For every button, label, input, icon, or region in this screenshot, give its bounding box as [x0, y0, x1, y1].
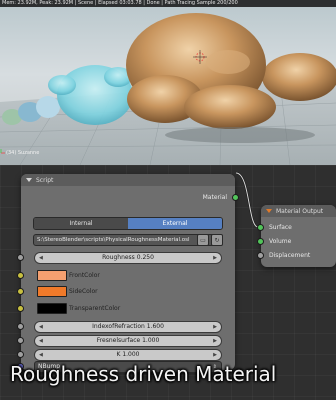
displacement-input-label: Displacement	[269, 252, 311, 259]
fresnel-input-socket[interactable]	[17, 337, 24, 344]
surface-input-socket[interactable]	[257, 224, 264, 231]
tab-internal[interactable]: Internal	[34, 218, 128, 229]
increment-arrow-icon[interactable]: ▶	[213, 336, 217, 346]
ior-slider[interactable]: ◀ IndexofRefraction 1.600 ▶	[34, 321, 222, 333]
transparentcolor-label: TransparentColor	[69, 305, 121, 312]
decrement-arrow-icon[interactable]: ◀	[39, 322, 43, 332]
volume-input-label: Volume	[269, 238, 292, 245]
volume-input-socket[interactable]	[257, 238, 264, 245]
frontcolor-input-socket[interactable]	[17, 272, 24, 279]
material-output-socket[interactable]	[232, 194, 239, 201]
caption-text: Roughness driven Material	[10, 362, 277, 386]
fresnel-slider[interactable]: ◀ Fresnelsurface 1.000 ▶	[34, 335, 222, 347]
script-filepath-field[interactable]: S:\StereoBlender\scripts\PhysicalRoughne…	[33, 234, 218, 246]
roughness-slider[interactable]: ◀ Roughness 0.250 ▶	[34, 252, 222, 264]
decrement-arrow-icon[interactable]: ◀	[39, 350, 43, 360]
sidecolor-label: SideColor	[69, 288, 98, 295]
frontcolor-swatch[interactable]	[37, 270, 67, 281]
script-node-title: Script	[36, 176, 54, 184]
sidecolor-swatch[interactable]	[37, 286, 67, 297]
increment-arrow-icon[interactable]: ▶	[213, 253, 217, 263]
roughness-input-socket[interactable]	[17, 254, 24, 261]
k-slider[interactable]: ◀ K 1.000 ▶	[34, 349, 222, 361]
render-image	[0, 13, 336, 165]
sidecolor-input-socket[interactable]	[17, 288, 24, 295]
displacement-input-socket[interactable]	[257, 252, 264, 259]
script-node[interactable]: Script Material Internal External S:\Ste…	[17, 174, 239, 373]
frontcolor-label: FrontColor	[69, 272, 100, 279]
fresnel-slider-label: Fresnelsurface 1.000	[96, 337, 160, 344]
surface-input-label: Surface	[269, 224, 292, 231]
roughness-slider-label: Roughness 0.250	[102, 254, 154, 261]
decrement-arrow-icon[interactable]: ◀	[39, 253, 43, 263]
transparentcolor-input-socket[interactable]	[17, 305, 24, 312]
refresh-icon: ↻	[214, 236, 220, 244]
material-output-label: Material	[202, 194, 227, 201]
script-node-header[interactable]: Script	[21, 174, 235, 186]
k-slider-label: K 1.000	[116, 351, 140, 358]
increment-arrow-icon[interactable]: ▶	[213, 322, 217, 332]
ior-input-socket[interactable]	[17, 323, 24, 330]
tab-external[interactable]: External	[128, 218, 222, 229]
material-output-title: Material Output	[276, 207, 324, 215]
increment-arrow-icon[interactable]: ▶	[213, 350, 217, 360]
material-output-node[interactable]: Material Output Surface Volume Displacem…	[257, 205, 336, 267]
ior-slider-label: IndexofRefraction 1.600	[92, 323, 164, 330]
browse-folder-button[interactable]: ▭	[197, 234, 209, 246]
collapse-triangle-icon[interactable]	[26, 178, 32, 182]
render-viewport: Mem: 23.92M, Peak: 23.92M | Scene | Elap…	[0, 0, 336, 165]
reload-script-button[interactable]: ↻	[211, 234, 223, 246]
folder-icon: ▭	[200, 236, 206, 244]
collapse-triangle-icon[interactable]	[266, 209, 272, 213]
render-info-bar: Mem: 23.92M, Peak: 23.92M | Scene | Elap…	[0, 0, 336, 7]
material-output-header[interactable]: Material Output	[261, 205, 336, 217]
decrement-arrow-icon[interactable]: ◀	[39, 336, 43, 346]
transparentcolor-swatch[interactable]	[37, 303, 67, 314]
script-mode-tabs: Internal External	[33, 217, 223, 230]
viewport-object-label: (34) Suzanne	[6, 150, 40, 156]
k-input-socket[interactable]	[17, 351, 24, 358]
